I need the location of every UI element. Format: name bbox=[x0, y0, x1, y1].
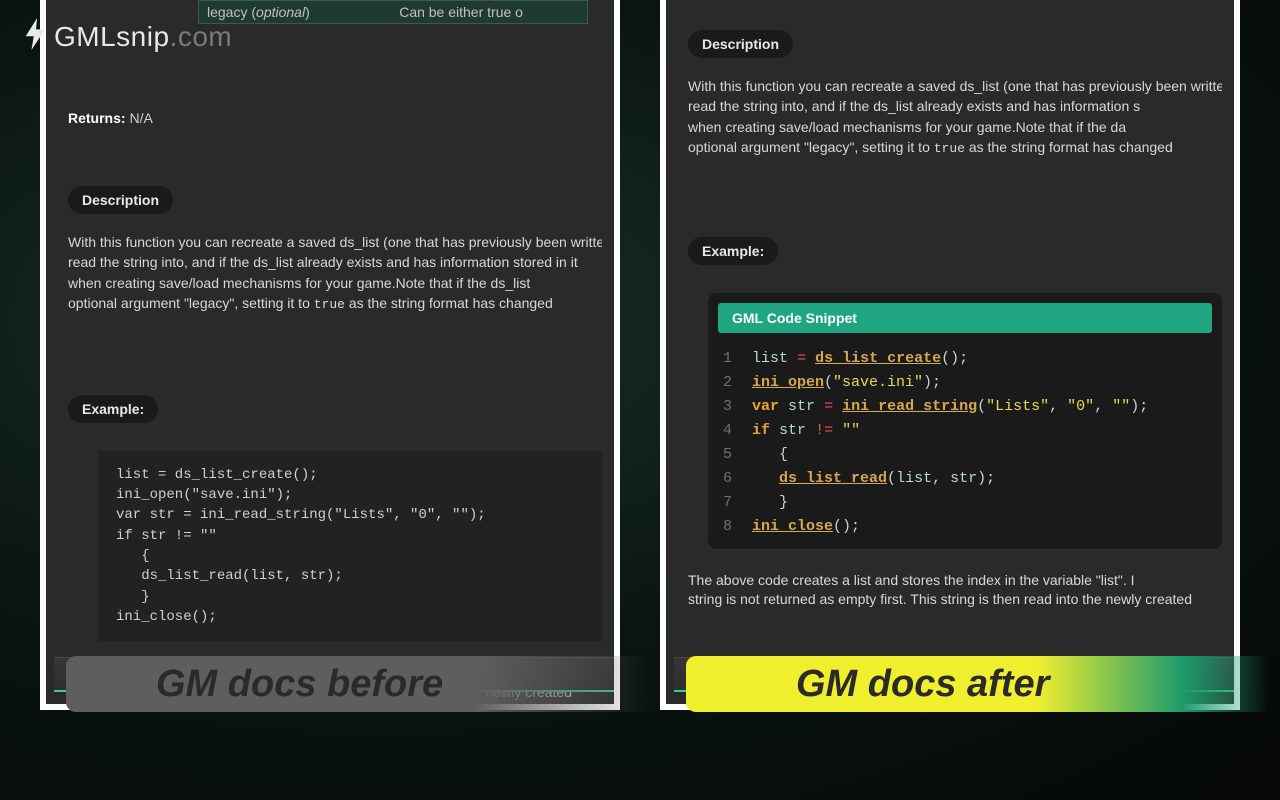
logo-text: GMLsnip.com bbox=[54, 21, 232, 53]
example-heading: Example: bbox=[688, 237, 778, 265]
docs-panel-before: legacy (optional) Can be either true o R… bbox=[40, 0, 620, 710]
code-content: list = ds_list_create(); bbox=[752, 347, 1212, 371]
code-line: 7 } bbox=[718, 491, 1212, 515]
code-snippet-header: GML Code Snippet bbox=[718, 303, 1212, 333]
code-line: 5 { bbox=[718, 443, 1212, 467]
lightning-icon bbox=[22, 18, 50, 55]
line-number: 5 bbox=[718, 443, 752, 467]
code-content: var str = ini_read_string("Lists", "0", … bbox=[752, 395, 1212, 419]
code-line: 6 ds_list_read(list, str); bbox=[718, 467, 1212, 491]
docs-panel-after: Description With this function you can r… bbox=[660, 0, 1240, 710]
line-number: 3 bbox=[718, 395, 752, 419]
line-number: 6 bbox=[718, 467, 752, 491]
description-heading: Description bbox=[688, 30, 793, 58]
description-text: With this function you can recreate a sa… bbox=[688, 76, 1222, 159]
argument-row: legacy (optional) Can be either true o bbox=[198, 0, 588, 24]
code-line: 2ini_open("save.ini"); bbox=[718, 371, 1212, 395]
code-line: 4if str != "" bbox=[718, 419, 1212, 443]
code-content: ini_open("save.ini"); bbox=[752, 371, 1212, 395]
line-number: 8 bbox=[718, 515, 752, 539]
caption-before: GM docs before bbox=[66, 656, 650, 712]
code-line: 3var str = ini_read_string("Lists", "0",… bbox=[718, 395, 1212, 419]
site-logo[interactable]: GMLsnip.com bbox=[22, 18, 232, 55]
returns-line: Returns: N/A bbox=[68, 110, 602, 126]
example-explanation: The above code creates a list and stores… bbox=[688, 571, 1222, 610]
description-text: With this function you can recreate a sa… bbox=[68, 232, 602, 315]
caption-after: GM docs after bbox=[686, 656, 1270, 712]
code-block-highlighted: GML Code Snippet 1list = ds_list_create(… bbox=[708, 293, 1222, 549]
code-content: ini_close(); bbox=[752, 515, 1212, 539]
line-number: 7 bbox=[718, 491, 752, 515]
code-content: { bbox=[752, 443, 1212, 467]
line-number: 1 bbox=[718, 347, 752, 371]
line-number: 2 bbox=[718, 371, 752, 395]
description-heading: Description bbox=[68, 186, 173, 214]
line-number: 4 bbox=[718, 419, 752, 443]
example-heading: Example: bbox=[68, 395, 158, 423]
code-content: } bbox=[752, 491, 1212, 515]
code-line: 8ini_close(); bbox=[718, 515, 1212, 539]
code-block-plain: list = ds_list_create(); ini_open("save.… bbox=[98, 451, 602, 641]
code-content: ds_list_read(list, str); bbox=[752, 467, 1212, 491]
code-content: if str != "" bbox=[752, 419, 1212, 443]
code-line: 1list = ds_list_create(); bbox=[718, 347, 1212, 371]
